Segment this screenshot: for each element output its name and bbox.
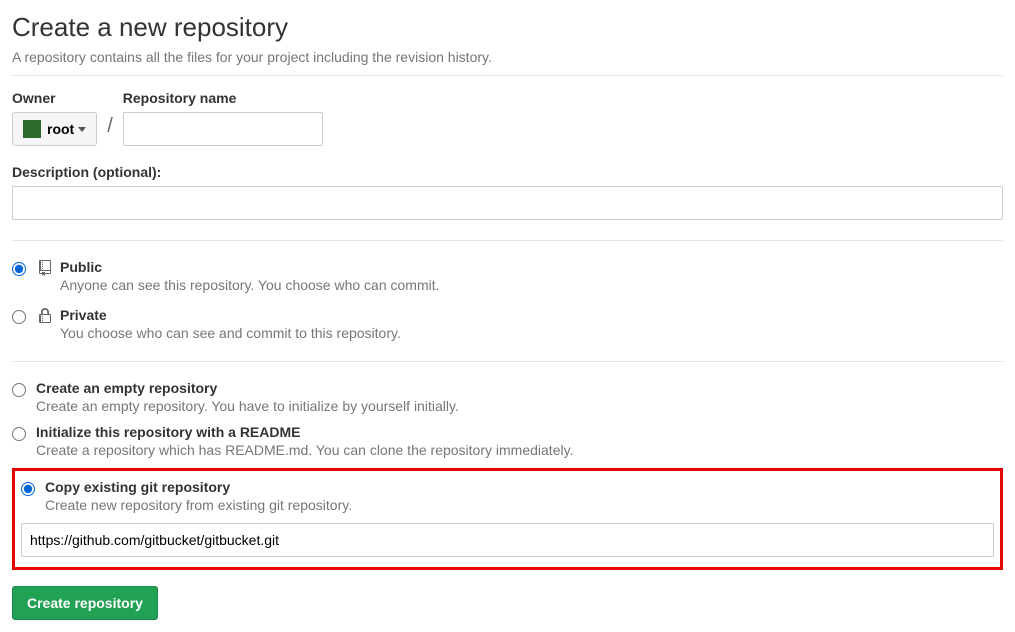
owner-avatar-icon [23, 120, 41, 138]
divider [12, 361, 1003, 362]
private-radio[interactable] [12, 310, 26, 324]
copy-repo-title: Copy existing git repository [45, 479, 352, 495]
description-input[interactable] [12, 186, 1003, 220]
repo-icon [36, 260, 54, 276]
divider [12, 75, 1003, 76]
readme-radio[interactable] [12, 427, 26, 441]
create-repository-button[interactable]: Create repository [12, 586, 158, 620]
empty-repo-title: Create an empty repository [36, 380, 459, 396]
copy-repo-highlight: Copy existing git repository Create new … [12, 468, 1003, 570]
copy-repo-radio[interactable] [21, 482, 35, 496]
empty-repo-radio[interactable] [12, 383, 26, 397]
owner-name: root [47, 121, 74, 137]
copy-repo-desc: Create new repository from existing git … [45, 497, 352, 513]
public-desc: Anyone can see this repository. You choo… [60, 277, 440, 293]
description-label: Description (optional): [12, 164, 1003, 180]
readme-desc: Create a repository which has README.md.… [36, 442, 573, 458]
owner-dropdown[interactable]: root [12, 112, 97, 146]
divider [12, 240, 1003, 241]
private-desc: You choose who can see and commit to thi… [60, 325, 401, 341]
source-url-input[interactable] [21, 523, 994, 557]
lock-icon [36, 308, 54, 324]
private-title: Private [60, 307, 401, 323]
readme-title: Initialize this repository with a README [36, 424, 573, 440]
repo-name-input[interactable] [123, 112, 323, 146]
owner-label: Owner [12, 90, 97, 106]
page-title: Create a new repository [12, 12, 1003, 43]
public-radio[interactable] [12, 262, 26, 276]
public-title: Public [60, 259, 440, 275]
empty-repo-desc: Create an empty repository. You have to … [36, 398, 459, 414]
slash-separator: / [107, 115, 113, 146]
chevron-down-icon [78, 127, 86, 132]
page-subtitle: A repository contains all the files for … [12, 49, 1003, 65]
repo-name-label: Repository name [123, 90, 323, 106]
